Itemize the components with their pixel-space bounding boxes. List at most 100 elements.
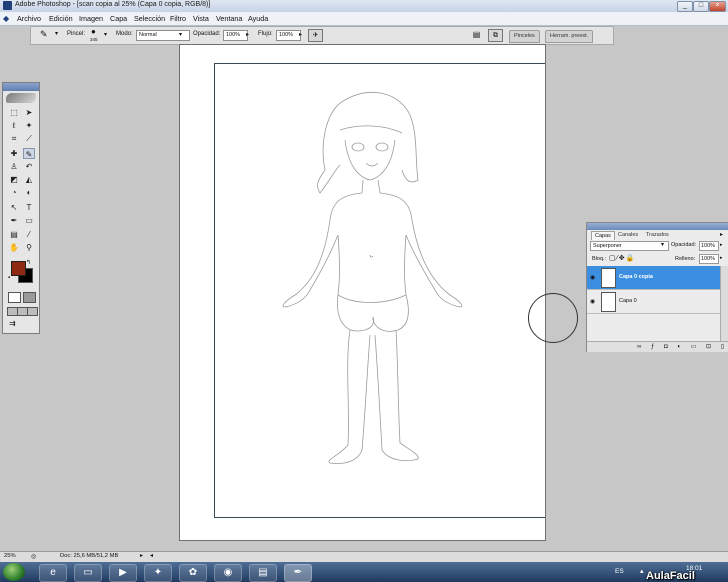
- close-button[interactable]: ×: [709, 1, 726, 12]
- start-button[interactable]: [3, 563, 25, 581]
- eyedropper-icon[interactable]: ⁄: [23, 229, 35, 240]
- scroll-left-icon[interactable]: ◂: [150, 553, 153, 559]
- history-brush-icon[interactable]: ↶: [23, 161, 35, 172]
- blend-mode-dropdown-icon[interactable]: ▾: [661, 241, 664, 248]
- layer-row-capa-0-copia[interactable]: ◉ Capa 0 copia: [587, 266, 720, 290]
- layer-opacity-slider-icon[interactable]: ▸: [720, 242, 723, 248]
- flow-field[interactable]: 100%: [276, 30, 301, 41]
- brush-picker-dropdown-icon[interactable]: ▾: [104, 31, 107, 38]
- standard-mode-icon[interactable]: [8, 292, 21, 303]
- zoom-icon[interactable]: ⚲: [23, 242, 35, 253]
- layer-opacity-field[interactable]: 100%: [699, 241, 719, 251]
- opacity-field[interactable]: 100%: [223, 30, 248, 41]
- notes-icon[interactable]: ▤: [8, 229, 20, 240]
- brush-label: Pincel:: [67, 31, 86, 37]
- maximize-button[interactable]: □: [693, 1, 709, 12]
- window-app-icon[interactable]: ▤: [249, 564, 277, 582]
- visibility-eye-icon[interactable]: ◉: [590, 274, 595, 281]
- tab-trazados[interactable]: Trazados: [643, 231, 672, 239]
- brush-preview-icon[interactable]: ●: [91, 27, 96, 36]
- jump-to-imageready-icon[interactable]: ⇉: [9, 319, 16, 328]
- chrome-icon[interactable]: ◉: [214, 564, 242, 582]
- layer-name: Capa 0 copia: [619, 274, 653, 280]
- hand-icon[interactable]: ✋: [8, 242, 20, 253]
- media-player-icon[interactable]: ▶: [109, 564, 137, 582]
- menu-seleccion[interactable]: Selección: [134, 14, 165, 23]
- fill-field[interactable]: 100%: [699, 254, 719, 264]
- language-indicator[interactable]: ES: [615, 568, 624, 575]
- link-layers-icon[interactable]: ∞: [637, 344, 645, 350]
- tray-arrow-icon[interactable]: ▴: [640, 567, 644, 575]
- healing-brush-icon[interactable]: ✚: [8, 148, 20, 159]
- flow-slider-icon[interactable]: ▸: [299, 31, 302, 38]
- fill-slider-icon[interactable]: ▸: [720, 255, 723, 261]
- document-icon[interactable]: ◆: [3, 14, 9, 23]
- window-title: Adobe Photoshop - [scan copia al 25% (Ca…: [15, 1, 211, 8]
- type-icon[interactable]: T: [23, 202, 35, 213]
- minimize-button[interactable]: _: [677, 1, 693, 12]
- tab-canales[interactable]: Canales: [615, 231, 641, 239]
- menu-capa[interactable]: Capa: [110, 14, 127, 23]
- foreground-color-swatch[interactable]: [11, 261, 26, 276]
- photoshop-taskbar-icon[interactable]: ✒: [284, 564, 312, 582]
- explorer-folder-icon[interactable]: ▭: [74, 564, 102, 582]
- internet-explorer-icon[interactable]: e: [39, 564, 67, 582]
- shape-icon[interactable]: ▭: [23, 215, 35, 226]
- menu-ventana[interactable]: Ventana: [216, 14, 242, 23]
- layer-row-capa-0[interactable]: ◉ Capa 0: [587, 290, 720, 314]
- blend-mode-select[interactable]: Superponer: [590, 241, 669, 251]
- lasso-icon[interactable]: ℓ: [8, 120, 20, 131]
- menu-archivo[interactable]: Archivo: [17, 14, 41, 23]
- menu-filtro[interactable]: Filtro: [170, 14, 186, 23]
- crop-icon[interactable]: ⌗: [8, 133, 20, 144]
- tools-palette-titlebar[interactable]: [3, 83, 39, 91]
- tab-herram-preest[interactable]: Herram. preest.: [545, 30, 594, 43]
- layer-style-icon[interactable]: ƒ: [651, 344, 658, 350]
- marquee-icon[interactable]: ⬚: [8, 107, 20, 118]
- tab-capas[interactable]: Capas: [591, 231, 615, 240]
- screen-mode-full-icon[interactable]: [27, 307, 38, 316]
- menu-vista[interactable]: Vista: [193, 14, 209, 23]
- toggle-palettes-icon[interactable]: ⧉: [488, 29, 503, 42]
- tool-preset-dropdown-icon[interactable]: ▾: [55, 30, 58, 37]
- path-selection-icon[interactable]: ↖: [8, 202, 20, 213]
- photoshop-feather-icon[interactable]: [6, 93, 36, 103]
- tool-preset-brush-icon[interactable]: ✎: [40, 29, 48, 40]
- pen-icon[interactable]: ✒: [8, 215, 20, 226]
- magic-wand-icon[interactable]: ✦: [23, 120, 35, 131]
- paint-bucket-icon[interactable]: ◭: [23, 174, 35, 185]
- swap-colors-icon[interactable]: ↰: [26, 259, 31, 266]
- dodge-icon[interactable]: ◐: [23, 187, 35, 198]
- menu-imagen[interactable]: Imagen: [79, 14, 103, 23]
- tab-pinceles[interactable]: Pinceles: [509, 30, 540, 43]
- layers-panel-titlebar[interactable]: [587, 223, 728, 230]
- move-icon[interactable]: ➤: [23, 107, 35, 118]
- new-group-icon[interactable]: ▭: [691, 344, 701, 350]
- delete-layer-icon[interactable]: ▯: [721, 344, 728, 350]
- new-layer-icon[interactable]: ⊡: [706, 344, 715, 350]
- airbrush-icon[interactable]: ✈: [308, 29, 323, 42]
- brush-icon[interactable]: ✎: [23, 148, 35, 159]
- mode-dropdown-icon[interactable]: ▾: [179, 31, 182, 38]
- tools-app-icon[interactable]: ✦: [144, 564, 172, 582]
- paint-app-icon[interactable]: ✿: [179, 564, 207, 582]
- clone-stamp-icon[interactable]: ♙: [8, 161, 20, 172]
- panel-menu-icon[interactable]: ▸: [720, 231, 723, 238]
- eraser-icon[interactable]: ◩: [8, 174, 20, 185]
- visibility-eye-icon[interactable]: ◉: [590, 298, 595, 305]
- menu-ayuda[interactable]: Ayuda: [248, 14, 268, 23]
- lock-options-icon[interactable]: ▢⁄✥🔒: [609, 254, 635, 262]
- zoom-level[interactable]: 25%: [4, 553, 16, 559]
- default-colors-icon[interactable]: ▪: [8, 275, 10, 281]
- layer-mask-icon[interactable]: ◘: [664, 344, 672, 350]
- file-browser-icon[interactable]: ▤: [471, 29, 482, 40]
- windows-taskbar: e ▭ ▶ ✦ ✿ ◉ ▤ ✒ ES ▴ 18:01: [0, 562, 728, 582]
- layers-scrollbar[interactable]: [720, 266, 728, 341]
- blur-icon[interactable]: ◔: [8, 187, 20, 198]
- opacity-slider-icon[interactable]: ▸: [246, 31, 249, 38]
- status-menu-arrow-icon[interactable]: ▸: [140, 553, 143, 559]
- adjustment-layer-icon[interactable]: ◐: [677, 344, 685, 350]
- quick-mask-icon[interactable]: [23, 292, 36, 303]
- menu-edicion[interactable]: Edición: [49, 14, 73, 23]
- slice-icon[interactable]: ⟋: [23, 133, 35, 144]
